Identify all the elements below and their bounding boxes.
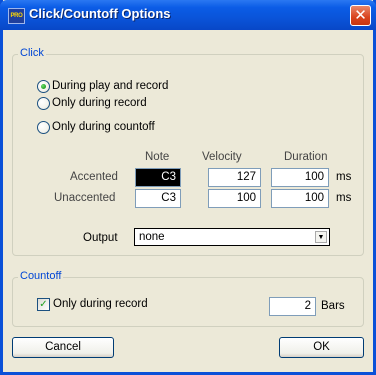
accented-label: Accented xyxy=(70,171,118,183)
ok-button[interactable]: OK xyxy=(279,337,364,358)
only-during-record-checkbox-label[interactable]: Only during record xyxy=(53,298,148,311)
radio-label: Only during countoff xyxy=(52,121,155,133)
column-header-duration: Duration xyxy=(284,151,328,163)
column-header-velocity: Velocity xyxy=(202,151,242,163)
output-select-value: none xyxy=(139,231,165,243)
radio-label: Only during record xyxy=(52,97,147,109)
unaccented-duration-field[interactable]: 100 xyxy=(271,189,329,208)
radio-icon[interactable] xyxy=(37,97,50,110)
cancel-button[interactable]: Cancel xyxy=(12,337,114,358)
unaccented-duration-unit: ms xyxy=(336,192,352,204)
countoff-group-title: Countoff xyxy=(18,270,64,282)
checkbox-checked-icon[interactable]: ✓ xyxy=(37,298,50,311)
click-countoff-options-dialog: PRO Click/Countoff Options ✕ Click Durin… xyxy=(0,0,376,375)
bars-unit: Bars xyxy=(321,300,345,312)
bars-field[interactable]: 2 xyxy=(269,297,316,316)
dropdown-arrow-icon[interactable]: ▼ xyxy=(315,231,327,243)
click-group-title: Click xyxy=(18,47,46,59)
accented-note-field[interactable]: C3 xyxy=(135,168,181,187)
output-label: Output xyxy=(83,232,118,244)
window-title: Click/Countoff Options xyxy=(29,6,171,21)
accented-duration-field[interactable]: 100 xyxy=(271,168,329,187)
close-icon[interactable]: ✕ xyxy=(350,5,371,26)
pro-app-icon: PRO xyxy=(8,8,25,24)
accented-duration-unit: ms xyxy=(336,171,352,183)
output-select[interactable]: none ▼ xyxy=(134,228,330,246)
column-header-note: Note xyxy=(145,151,170,163)
unaccented-note-field[interactable]: C3 xyxy=(135,189,181,208)
radio-icon[interactable] xyxy=(37,121,50,134)
accented-velocity-field[interactable]: 127 xyxy=(208,168,261,187)
radio-selected-icon[interactable] xyxy=(37,80,50,93)
title-bar[interactable]: PRO Click/Countoff Options ✕ xyxy=(0,0,376,30)
radio-label: During play and record xyxy=(52,80,169,92)
unaccented-velocity-field[interactable]: 100 xyxy=(208,189,261,208)
unaccented-label: Unaccented xyxy=(54,192,116,204)
